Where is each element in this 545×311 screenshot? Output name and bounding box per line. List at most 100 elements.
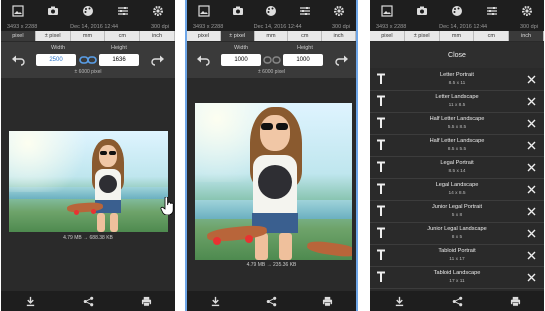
download-icon[interactable] — [25, 296, 36, 307]
tab-plus-pixel[interactable]: ± pixel — [220, 31, 255, 41]
preset-size: 11 x 17 — [449, 257, 465, 262]
image-dpi: 300 dpi — [150, 23, 169, 30]
image-dimensions: 3493 x 2288 — [376, 23, 407, 30]
download-icon[interactable] — [394, 296, 405, 307]
list-item[interactable]: Junior Legal Landscape 8 x 5 — [370, 223, 544, 245]
bottom-toolbar — [370, 291, 544, 311]
image-dimensions: 3493 x 2288 — [7, 23, 38, 30]
height-input[interactable]: 1636 — [99, 54, 139, 66]
gear-icon[interactable] — [521, 5, 533, 17]
list-item[interactable]: Half Letter Landscape 5.5 x 8.5 — [370, 113, 544, 135]
image-icon[interactable] — [12, 5, 24, 17]
tab-inch[interactable]: inch — [140, 31, 175, 41]
list-item[interactable]: Junior Legal Portrait 5 x 8 — [370, 201, 544, 223]
share-icon[interactable] — [83, 296, 94, 307]
tab-mm[interactable]: mm — [254, 31, 289, 41]
tab-mm[interactable]: mm — [439, 31, 475, 41]
phone-screen-resize: 3493 x 2288 Dec 14, 2016 12:44 300 dpi p… — [1, 0, 175, 311]
height-input[interactable]: 1000 — [283, 54, 323, 66]
close-icon[interactable] — [527, 97, 536, 106]
tab-inch[interactable]: inch — [322, 31, 356, 41]
undo-icon[interactable] — [11, 53, 25, 67]
tab-cm[interactable]: cm — [105, 31, 141, 41]
image-info-bar: 3493 x 2288 Dec 14, 2016 12:44 300 dpi — [370, 22, 544, 31]
list-item[interactable]: Letter Landscape 11 x 8.5 — [370, 91, 544, 113]
preset-size: 8.5 x 11 — [448, 81, 466, 86]
bottom-toolbar — [187, 291, 356, 311]
camera-icon[interactable] — [416, 5, 428, 17]
close-icon[interactable] — [527, 185, 536, 194]
tab-pixel[interactable]: pixel — [1, 31, 36, 41]
list-item[interactable]: Tabloid Portrait 11 x 17 — [370, 245, 544, 267]
list-item[interactable]: Tabloid Landscape 17 x 11 — [370, 267, 544, 289]
sliders-icon[interactable] — [486, 5, 498, 17]
share-icon[interactable] — [452, 296, 463, 307]
dimension-row: Width Height 1000 1000 ± 6000 pixel — [187, 42, 356, 78]
gear-icon[interactable] — [333, 5, 345, 17]
list-item[interactable]: Half Letter Landscape 8.5 x 5.5 — [370, 135, 544, 157]
preset-list: Letter Portrait 8.5 x 11 Letter Landscape 1… — [370, 69, 544, 291]
sliders-icon[interactable] — [299, 5, 311, 17]
palette-icon[interactable] — [451, 5, 463, 17]
unlink-icon[interactable] — [263, 54, 281, 66]
list-item[interactable]: Legal Landscape 14 x 8.5 — [370, 179, 544, 201]
image-date: Dec 14, 2016 12:44 — [253, 23, 302, 30]
image-info-bar: 3493 x 2288 Dec 14, 2016 12:44 300 dpi — [187, 22, 356, 31]
palette-icon[interactable] — [82, 5, 94, 17]
tab-pixel[interactable]: pixel — [370, 31, 405, 41]
print-icon[interactable] — [141, 296, 152, 307]
tab-mm[interactable]: mm — [70, 31, 106, 41]
photo-preview — [9, 131, 168, 232]
image-date: Dec 14, 2016 12:44 — [70, 23, 119, 30]
close-icon[interactable] — [527, 141, 536, 150]
photo-preview — [195, 103, 352, 260]
palette-icon[interactable] — [265, 5, 277, 17]
top-toolbar — [370, 0, 544, 22]
preset-size: 8 x 5 — [451, 235, 463, 240]
image-dpi: 300 dpi — [331, 23, 350, 30]
image-dimensions: 3493 x 2288 — [193, 23, 224, 30]
close-icon[interactable] — [527, 75, 536, 84]
sliders-icon[interactable] — [117, 5, 129, 17]
undo-icon[interactable] — [196, 53, 210, 67]
file-size: 4.79 MB → 688.38 KB — [63, 235, 113, 241]
preset-size: 5.5 x 8.5 — [447, 125, 467, 130]
close-icon[interactable] — [527, 207, 536, 216]
tab-cm[interactable]: cm — [474, 31, 510, 41]
download-icon[interactable] — [210, 296, 221, 307]
share-icon[interactable] — [266, 296, 277, 307]
image-dpi: 300 dpi — [519, 23, 538, 30]
width-input[interactable]: 2500 — [36, 54, 76, 66]
close-icon[interactable] — [527, 229, 536, 238]
preset-name: Junior Legal Landscape — [427, 226, 487, 232]
tab-plus-pixel[interactable]: ± pixel — [404, 31, 440, 41]
print-icon[interactable] — [510, 296, 521, 307]
image-icon[interactable] — [198, 5, 210, 17]
close-button[interactable]: Close — [370, 42, 544, 68]
link-icon[interactable] — [79, 54, 97, 66]
print-icon[interactable] — [322, 296, 333, 307]
list-item[interactable]: Legal Portrait 8.5 x 14 — [370, 157, 544, 179]
close-icon[interactable] — [527, 251, 536, 260]
preset-name: Legal Landscape — [435, 182, 479, 188]
camera-icon[interactable] — [232, 5, 244, 17]
tab-inch[interactable]: inch — [509, 31, 544, 41]
preset-size: 8.5 x 5.5 — [447, 147, 467, 152]
camera-icon[interactable] — [47, 5, 59, 17]
close-icon[interactable] — [527, 119, 536, 128]
redo-icon[interactable] — [151, 53, 165, 67]
redo-icon[interactable] — [335, 53, 349, 67]
hand-cursor-icon — [160, 197, 174, 215]
preset-name: Legal Portrait — [440, 160, 474, 166]
phone-screen-presets: 3493 x 2288 Dec 14, 2016 12:44 300 dpi p… — [370, 0, 544, 311]
image-icon[interactable] — [381, 5, 393, 17]
close-icon[interactable] — [527, 273, 536, 282]
pixel-total: ± 6000 pixel — [74, 69, 102, 75]
list-item[interactable]: Letter Portrait 8.5 x 11 — [370, 69, 544, 91]
tab-cm[interactable]: cm — [288, 31, 323, 41]
width-input[interactable]: 1000 — [221, 54, 261, 66]
gear-icon[interactable] — [152, 5, 164, 17]
tab-plus-pixel[interactable]: ± pixel — [35, 31, 71, 41]
tab-pixel[interactable]: pixel — [187, 31, 221, 41]
close-icon[interactable] — [527, 163, 536, 172]
